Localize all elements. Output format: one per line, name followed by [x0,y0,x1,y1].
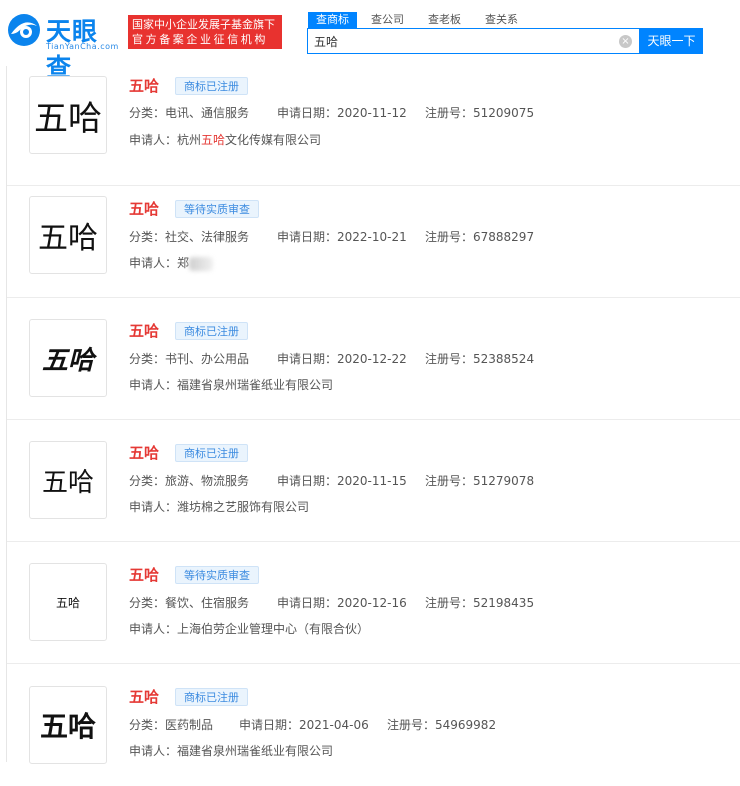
category-text: 分类：医药制品 [129,718,214,732]
trademark-meta: 分类：社交、法律服务 申请日期：2022-10-21 注册号：67888297 [129,228,534,245]
reg-number-text: 注册号：51209075 [425,106,535,120]
trademark-meta: 分类：书刊、办公用品 申请日期：2020-12-22 注册号：52388524 [129,350,534,367]
applicant-text: 申请人：福建省泉州瑞雀纸业有限公司 [129,742,333,759]
category-text: 分类：餐饮、住宿服务 [129,596,250,610]
result-item[interactable]: 五哈 五哈 商标已注册 分类：书刊、办公用品 申请日期：2020-12-22 注册号… [7,298,740,420]
applicant-prefix: 申请人：潍坊棉之艺服饰有限公司 [129,500,310,514]
applicant-text: 申请人：郑 [129,254,214,271]
applicant-prefix: 申请人：福建省泉州瑞雀纸业有限公司 [129,378,334,392]
search-input[interactable] [314,32,614,50]
slogan-line-2: 官方备案企业征信机构 [132,33,268,46]
trademark-logo[interactable]: 五哈 [29,441,107,519]
trademark-logo[interactable]: 五哈 [29,686,107,764]
applicant-text: 申请人：杭州五哈文化传媒有限公司 [129,131,321,148]
trademark-name[interactable]: 五哈 [129,198,159,219]
applicant-prefix: 申请人：福建省泉州瑞雀纸业有限公司 [129,744,334,758]
trademark-logo[interactable]: 五哈 [29,76,107,154]
eye-logo-icon [8,14,40,46]
trademark-logo-text: 五哈 [38,221,98,256]
trademark-results-list: 五哈 五哈 商标已注册 分类：电讯、通信服务 申请日期：2020-11-12 注册号… [6,64,740,764]
applicant-text: 申请人：福建省泉州瑞雀纸业有限公司 [129,376,333,393]
logo-subtitle: TianYanCha.com [46,42,119,51]
applicant-suffix: 文化传媒有限公司 [225,133,322,147]
result-item[interactable]: 五哈 五哈 商标已注册 分类：医药制品 申请日期：2021-04-06 注册号：54… [7,664,740,786]
tab-trademark[interactable]: 查商标 [308,12,357,28]
applicant-prefix: 申请人：上海伯劳企业管理中心（有限合伙） [129,622,370,636]
trademark-meta: 分类：电讯、通信服务 申请日期：2020-11-12 注册号：51209075 [129,104,534,121]
trademark-meta: 分类：医药制品 申请日期：2021-04-06 注册号：54969982 [129,716,496,733]
slogan-banner: 国家中小企业发展子基金旗下 官方备案企业征信机构 [128,15,282,49]
trademark-logo-text: 五哈 [39,710,96,743]
category-text: 分类：电讯、通信服务 [129,106,250,120]
tab-company[interactable]: 查公司 [363,12,412,28]
tab-boss[interactable]: 查老板 [420,12,469,28]
trademark-name[interactable]: 五哈 [129,320,159,341]
redacted-blur [189,256,214,271]
reg-number-text: 注册号：52388524 [425,352,535,366]
apply-date-text: 申请日期：2021-04-06 [239,718,369,732]
search-box: × [307,28,640,54]
reg-number-text: 注册号：52198435 [425,596,535,610]
apply-date-text: 申请日期：2020-12-16 [277,596,407,610]
trademark-name[interactable]: 五哈 [129,75,159,96]
category-text: 分类：书刊、办公用品 [129,352,250,366]
apply-date-text: 申请日期：2020-12-22 [277,352,407,366]
trademark-logo-text: 五哈 [55,595,80,610]
trademark-name[interactable]: 五哈 [129,686,159,707]
trademark-logo-text: 五哈 [34,98,102,139]
trademark-name[interactable]: 五哈 [129,564,159,585]
status-badge: 商标已注册 [175,322,248,340]
reg-number-text: 注册号：54969982 [387,718,497,732]
category-text: 分类：社交、法律服务 [129,230,250,244]
trademark-logo[interactable]: 五哈 [29,196,107,274]
status-badge: 等待实质审查 [175,566,259,584]
reg-number-text: 注册号：67888297 [425,230,535,244]
result-item[interactable]: 五哈 五哈 商标已注册 分类：旅游、物流服务 申请日期：2020-11-15 注册号… [7,420,740,542]
trademark-logo[interactable]: 五哈 [29,563,107,641]
trademark-meta: 分类：餐饮、住宿服务 申请日期：2020-12-16 注册号：52198435 [129,594,534,611]
trademark-meta: 分类：旅游、物流服务 申请日期：2020-11-15 注册号：51279078 [129,472,534,489]
applicant-prefix: 申请人：杭州 [129,133,202,147]
tianyancha-logo[interactable]: 天眼查 TianYanCha.com [6,10,120,82]
top-header: 天眼查 TianYanCha.com 国家中小企业发展子基金旗下 官方备案企业征… [0,0,740,82]
status-badge: 商标已注册 [175,688,248,706]
trademark-name[interactable]: 五哈 [129,442,159,463]
apply-date-text: 申请日期：2020-11-12 [277,106,407,120]
clear-icon[interactable]: × [619,35,632,48]
applicant-prefix: 申请人：郑 [129,256,190,270]
search-type-tabs: 查商标 查公司 查老板 查关系 [308,12,534,28]
apply-date-text: 申请日期：2020-11-15 [277,474,407,488]
status-badge: 商标已注册 [175,77,248,95]
applicant-text: 申请人：潍坊棉之艺服饰有限公司 [129,498,309,515]
apply-date-text: 申请日期：2022-10-21 [277,230,407,244]
reg-number-text: 注册号：51279078 [425,474,535,488]
tab-relation[interactable]: 查关系 [477,12,526,28]
result-item[interactable]: 五哈 五哈 商标已注册 分类：电讯、通信服务 申请日期：2020-11-12 注册号… [7,64,740,186]
applicant-text: 申请人：上海伯劳企业管理中心（有限合伙） [129,620,369,637]
status-badge: 等待实质审查 [175,200,259,218]
trademark-logo-text: 五哈 [41,467,94,498]
slogan-line-1: 国家中小企业发展子基金旗下 [132,18,275,31]
trademark-logo-text: 五哈 [41,345,94,376]
search-button[interactable]: 天眼一下 [640,28,703,54]
applicant-highlight: 五哈 [201,133,226,147]
result-item[interactable]: 五哈 五哈 等待实质审查 分类：餐饮、住宿服务 申请日期：2020-12-16 注册… [7,542,740,664]
category-text: 分类：旅游、物流服务 [129,474,250,488]
trademark-logo[interactable]: 五哈 [29,319,107,397]
result-item[interactable]: 五哈 五哈 等待实质审查 分类：社交、法律服务 申请日期：2022-10-21 注册… [7,176,740,298]
status-badge: 商标已注册 [175,444,248,462]
